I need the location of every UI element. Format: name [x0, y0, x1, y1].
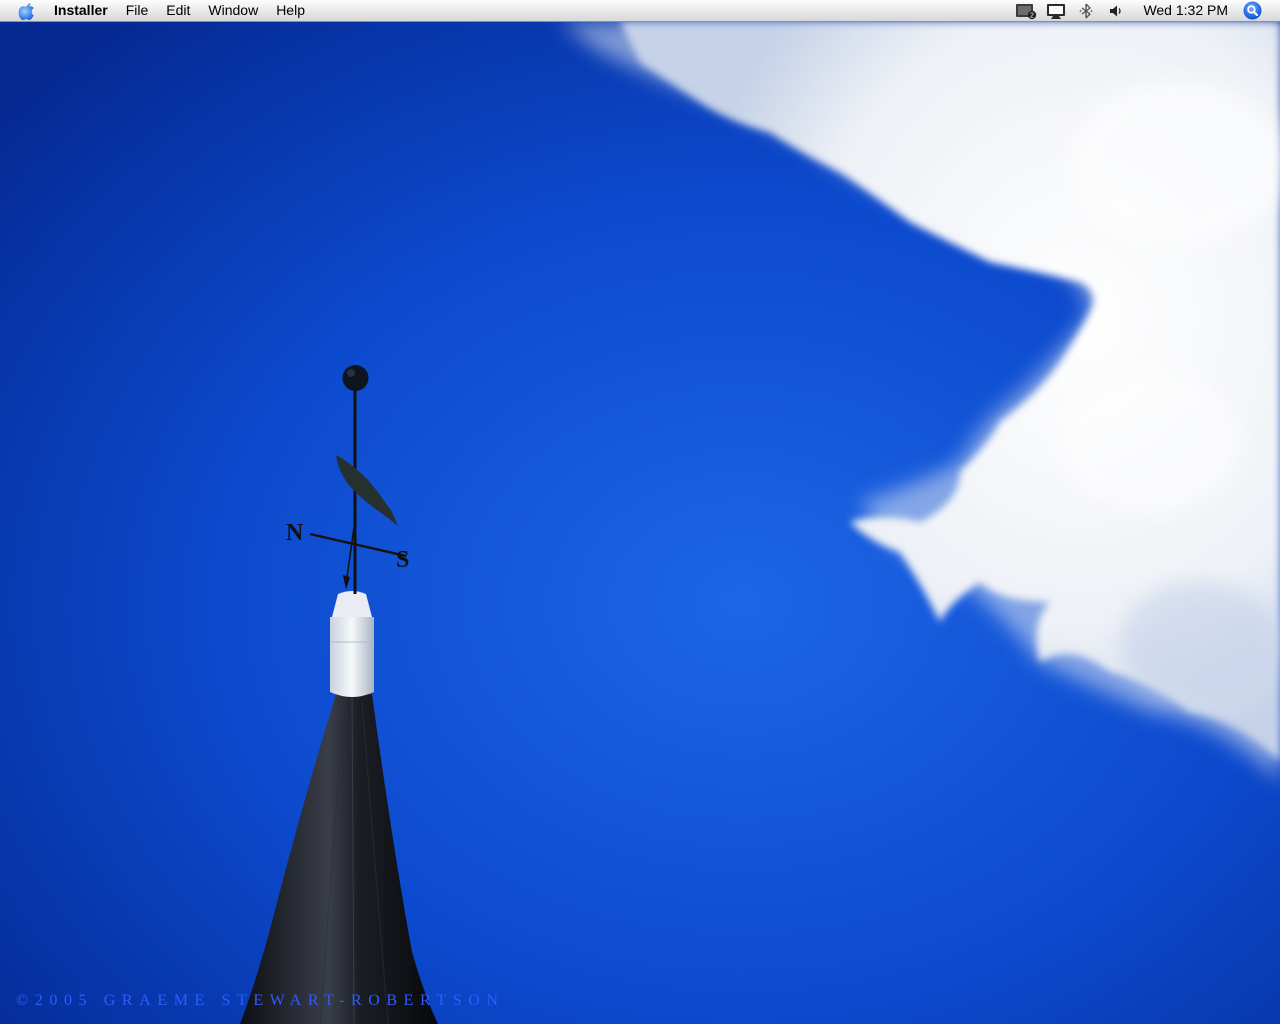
spaces-badge: 2 [1030, 12, 1034, 19]
menu-bar: Installer File Edit Window Help 2 Wed 1:… [0, 0, 1280, 22]
spotlight-search-icon[interactable] [1242, 1, 1262, 21]
wallpaper-image: N S [0, 22, 1280, 1024]
bluetooth-icon[interactable] [1075, 0, 1097, 21]
desktop-wallpaper: N S ©2005 GRAEME STEWART-ROBERTSON [0, 22, 1280, 1024]
spaces-icon[interactable]: 2 [1015, 0, 1037, 21]
display-mirroring-icon[interactable] [1045, 0, 1067, 21]
weathervane-letter-s: S [396, 547, 409, 573]
menu-edit[interactable]: Edit [157, 0, 199, 21]
volume-icon[interactable] [1105, 0, 1127, 21]
menu-help[interactable]: Help [267, 0, 314, 21]
menu-window[interactable]: Window [199, 0, 267, 21]
wallpaper-credit: ©2005 GRAEME STEWART-ROBERTSON [16, 992, 505, 1009]
apple-logo-icon[interactable] [17, 1, 37, 21]
weathervane-letter-n: N [286, 520, 304, 546]
menu-app-installer[interactable]: Installer [51, 0, 117, 21]
menu-clock[interactable]: Wed 1:32 PM [1131, 0, 1242, 21]
menu-file[interactable]: File [117, 0, 158, 21]
